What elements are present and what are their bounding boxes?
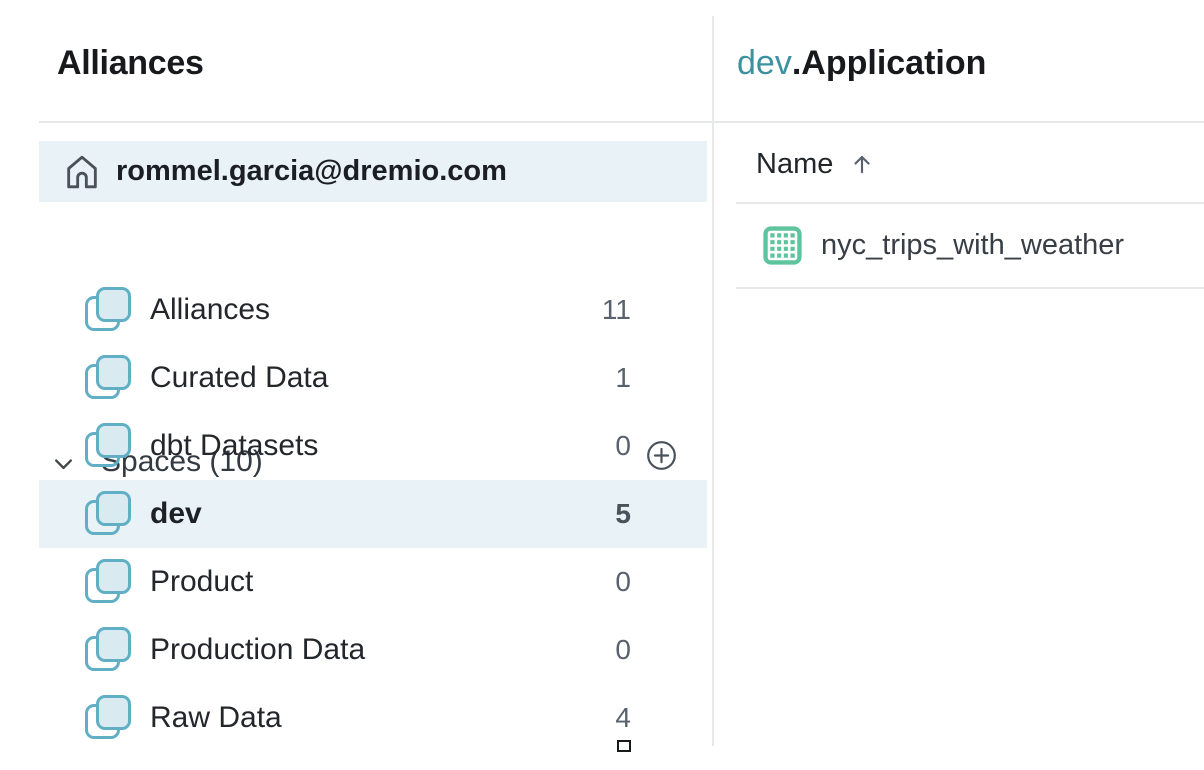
arrow-up-icon xyxy=(849,151,875,177)
space-item-label: dbt Datasets xyxy=(150,429,318,463)
space-item-curated-data[interactable]: Curated Data 1 xyxy=(39,344,707,412)
space-item-product[interactable]: Product 0 xyxy=(39,548,707,616)
stray-glyph-box xyxy=(617,740,631,752)
space-item-production-data[interactable]: Production Data 0 xyxy=(39,616,707,684)
space-item-dev[interactable]: dev 5 xyxy=(39,480,707,548)
sidebar-title: Alliances xyxy=(57,44,204,83)
space-item-label: Raw Data xyxy=(150,701,282,735)
column-label: Name xyxy=(756,148,833,181)
space-item-label: Production Data xyxy=(150,633,365,667)
space-item-alliances[interactable]: Alliances 11 xyxy=(39,276,707,344)
breadcrumb: dev.Application xyxy=(737,44,986,83)
space-stacked-squares-icon xyxy=(85,355,133,401)
space-item-count: 4 xyxy=(615,702,631,734)
space-item-raw-data[interactable]: Raw Data 4 xyxy=(39,684,707,752)
space-stacked-squares-icon xyxy=(85,627,133,673)
table-column-header-name[interactable]: Name xyxy=(756,147,875,181)
space-item-dbt-datasets[interactable]: dbt Datasets 0 xyxy=(39,412,707,480)
space-item-label: Alliances xyxy=(150,293,270,327)
home-item-label: rommel.garcia@dremio.com xyxy=(116,155,507,188)
space-item-count: 5 xyxy=(615,498,631,530)
space-item-label: Curated Data xyxy=(150,361,328,395)
table-row-divider xyxy=(736,287,1204,289)
home-space-item[interactable]: rommel.garcia@dremio.com xyxy=(39,141,707,202)
space-stacked-squares-icon xyxy=(85,423,133,469)
space-stacked-squares-icon xyxy=(85,287,133,333)
space-item-count: 11 xyxy=(602,294,631,326)
space-item-count: 1 xyxy=(615,362,631,394)
space-item-count: 0 xyxy=(615,566,631,598)
home-icon xyxy=(62,152,102,192)
space-item-count: 0 xyxy=(615,634,631,666)
space-item-count: 0 xyxy=(615,430,631,462)
space-item-label: Product xyxy=(150,565,253,599)
breadcrumb-separator: . xyxy=(792,44,801,82)
space-stacked-squares-icon xyxy=(85,491,133,537)
space-item-label: dev xyxy=(150,497,202,531)
spaces-section-header: Spaces (10) xyxy=(0,218,713,274)
dataset-row-nyc-trips-with-weather[interactable]: nyc_trips_with_weather xyxy=(736,204,1204,287)
breadcrumb-entity-title: Application xyxy=(801,44,986,82)
catalog-sidebar: Alliances rommel.garcia@dremio.com Space… xyxy=(0,0,713,770)
sidebar-title-divider xyxy=(39,121,713,123)
dataset-name: nyc_trips_with_weather xyxy=(821,229,1124,262)
space-stacked-squares-icon xyxy=(85,559,133,605)
dremio-catalog-app: { "left_panel": { "title": "Alliances", … xyxy=(0,0,1204,770)
dataset-table-icon xyxy=(762,225,803,266)
breadcrumb-space-link[interactable]: dev xyxy=(737,44,792,82)
space-stacked-squares-icon xyxy=(85,695,133,741)
space-content-panel: dev.Application Name nyc_trips_with_weat… xyxy=(713,0,1204,770)
panel-title-divider xyxy=(714,121,1204,123)
